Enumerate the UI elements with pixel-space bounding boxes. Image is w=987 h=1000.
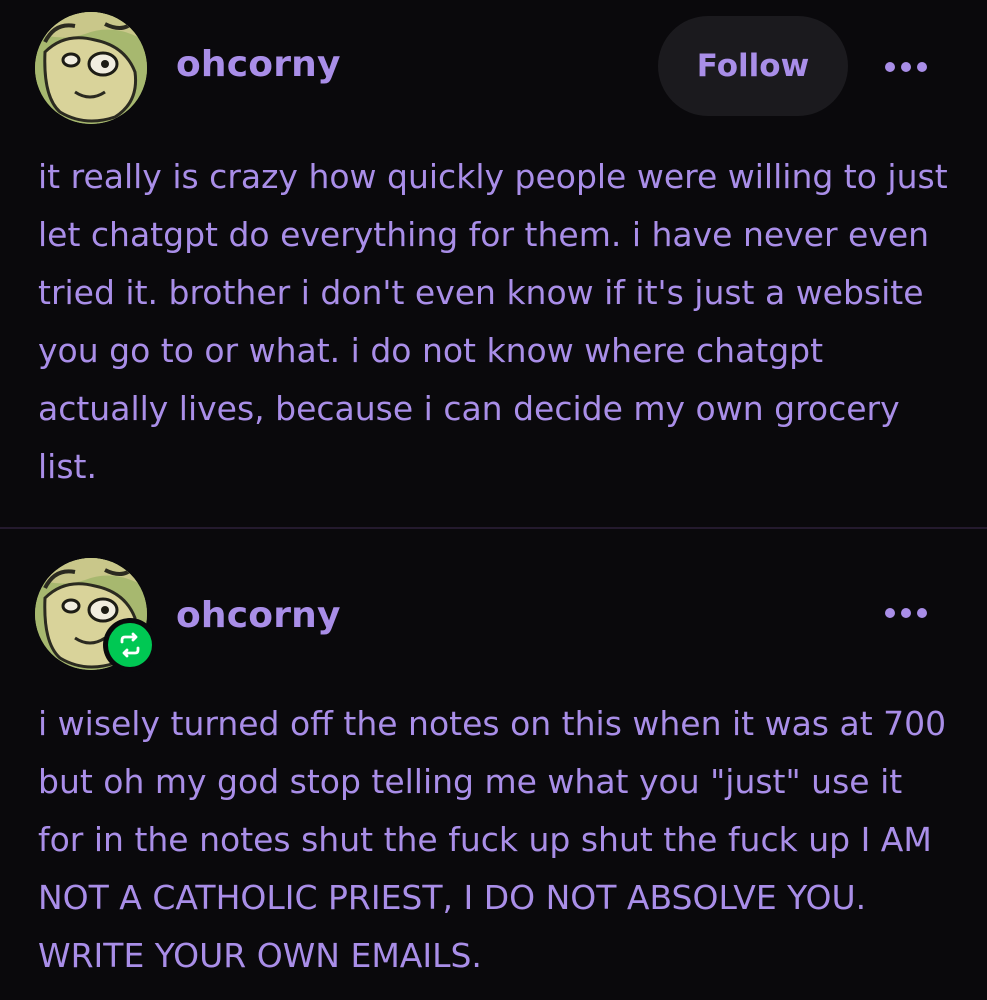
post-body: it really is crazy how quickly people we… (38, 157, 948, 486)
reblog-icon (108, 623, 152, 667)
post-body: i wisely turned off the notes on this wh… (38, 704, 947, 975)
ellipsis-icon (901, 62, 911, 72)
ellipsis-icon (885, 62, 895, 72)
username[interactable]: ohcorny (176, 44, 341, 85)
ellipsis-icon (901, 608, 911, 618)
more-options-button[interactable] (876, 52, 936, 82)
reblog-badge (103, 618, 157, 672)
post-reblog: ohcorny i wisely turned off the notes on… (0, 529, 987, 1000)
avatar[interactable] (35, 12, 147, 124)
ellipsis-icon (885, 608, 895, 618)
avatar-illustration (35, 12, 147, 124)
ellipsis-icon (917, 608, 927, 618)
username[interactable]: ohcorny (176, 595, 341, 636)
ellipsis-icon (917, 62, 927, 72)
follow-button[interactable]: Follow (658, 16, 848, 116)
post-original: ohcorny Follow it really is crazy how qu… (0, 0, 987, 527)
more-options-button[interactable] (876, 598, 936, 628)
